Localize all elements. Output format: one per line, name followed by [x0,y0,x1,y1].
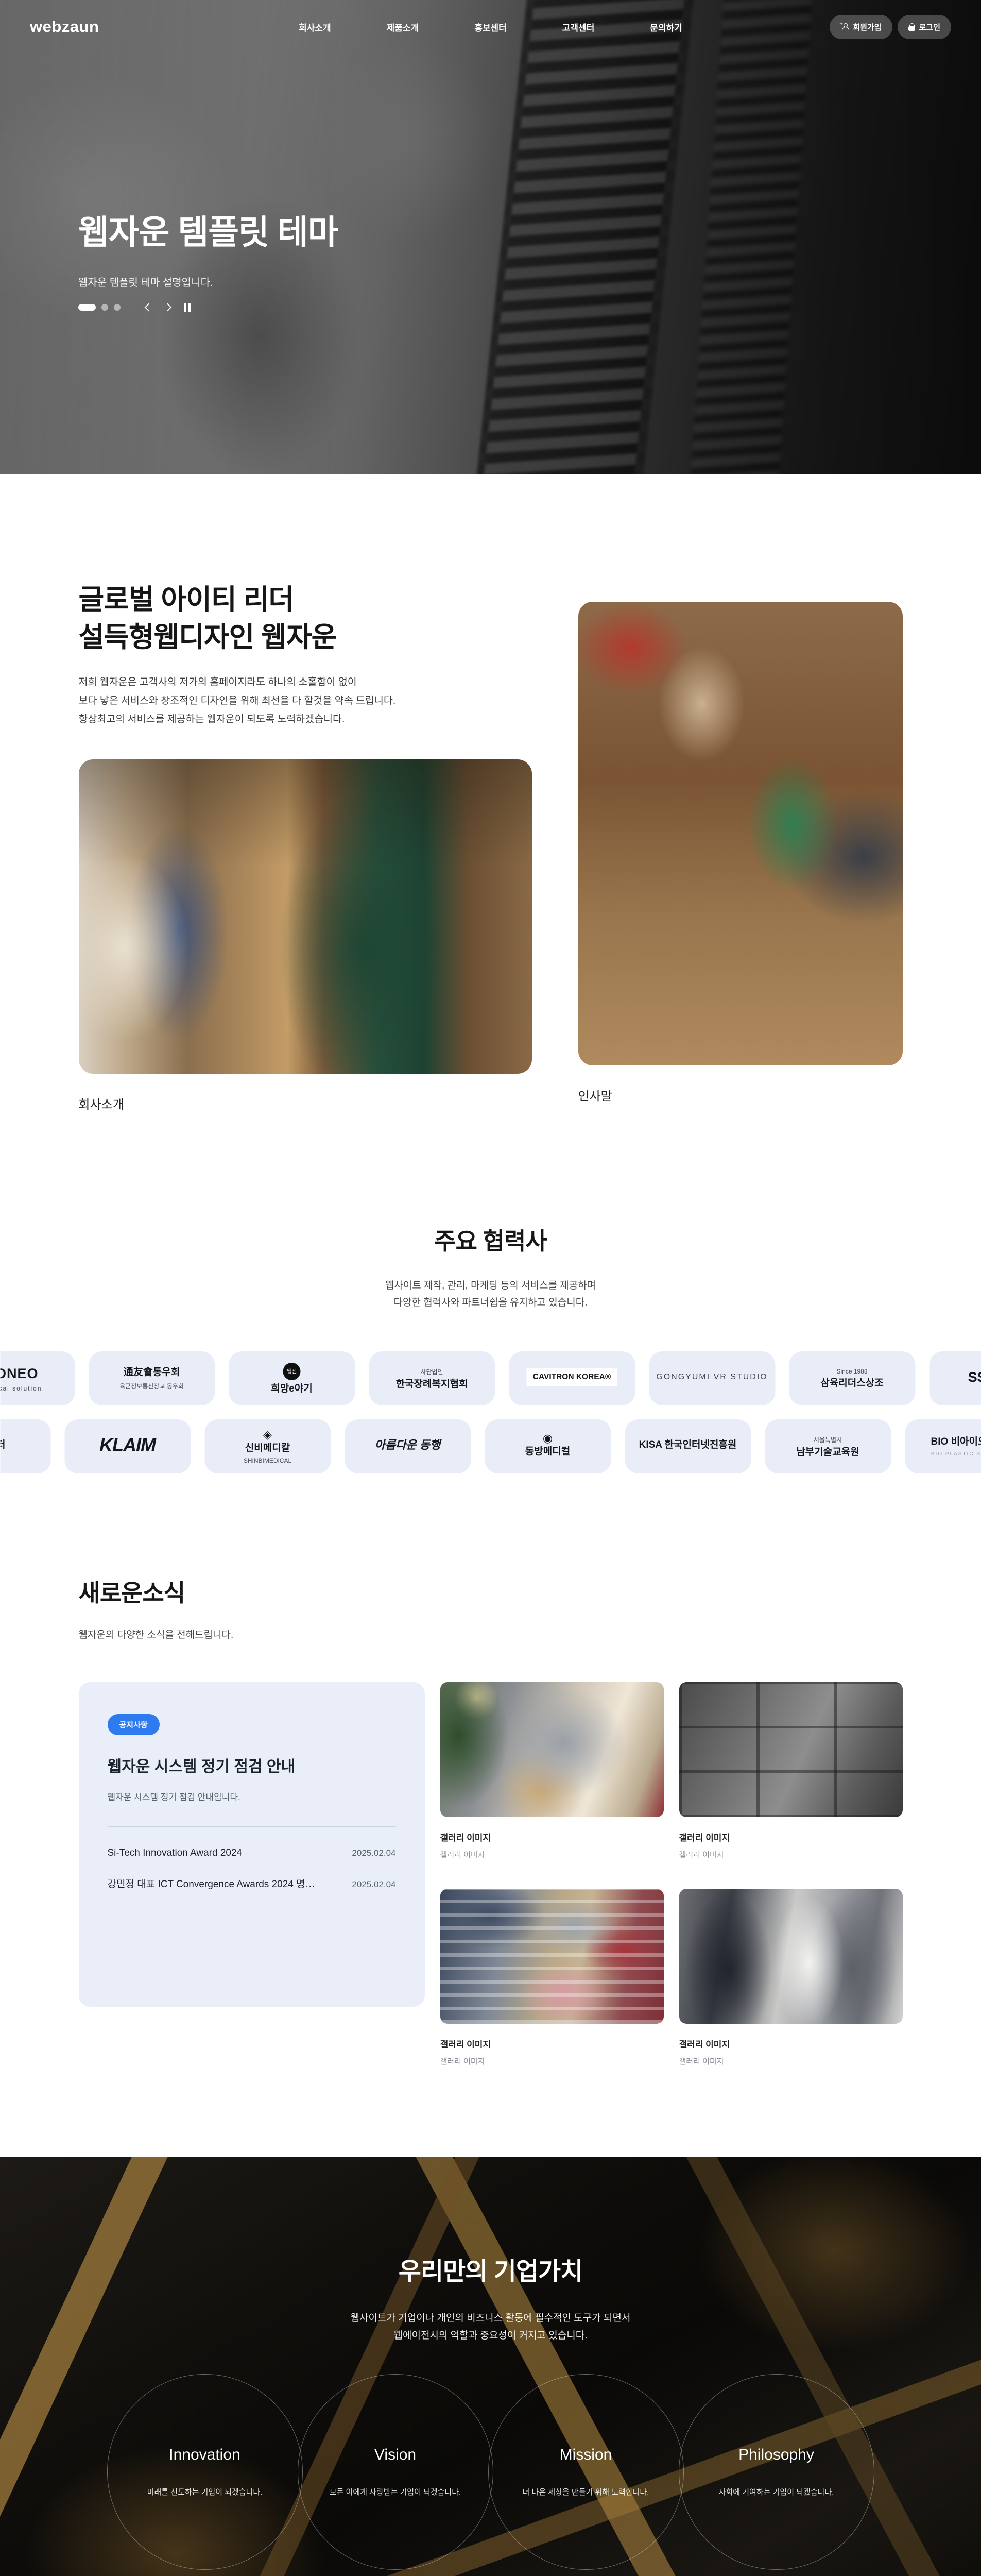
partner-logo: KONEO medical solution [0,1351,75,1405]
partner-logo: ◈ 신비메디칼 SHINBIMEDICAL [204,1419,331,1473]
carousel-dot[interactable] [101,304,108,311]
gallery-photo-suit-shop[interactable] [679,1889,903,2024]
nav-customer-center[interactable]: 고객센터 [562,21,595,33]
partners-heading: 주요 협력사 [79,1223,903,1257]
login-label: 로그인 [919,22,940,32]
gallery-card[interactable]: 갤러리 이미지 갤러리 이미지 [679,1889,903,2066]
partners-subtitle: 웹사이트 제작, 관리, 마케팅 등의 서비스를 제공하며 다양한 협력사와 파… [79,1277,903,1312]
value-circle-philosophy: Philosophy 사회에 기여하는 기업이 되겠습니다. [679,2374,874,2570]
values-heading: 우리만의 기업가치 [0,2251,981,2287]
carousel-dot-active[interactable] [78,304,96,311]
partner-logo: 삼육리더스상조 Since 1988 [789,1351,915,1405]
diamond-logo-mark: ◈ [263,1429,272,1440]
notice-description: 웹자운 시스템 정기 점검 안내입니다. [108,1790,396,1803]
hero-section: webzaun 회사소개 제품소개 홍보센터 고객센터 문의하기 회원가입 로그… [0,0,981,474]
news-subtitle: 웹자운의 다양한 소식을 전해드립니다. [79,1627,903,1641]
notice-card[interactable]: 공지사항 웹자운 시스템 정기 점검 안내 웹자운 시스템 정기 점검 안내입니… [79,1682,425,2007]
login-button[interactable]: 로그인 [898,15,951,39]
about-section: 글로벌 아이티 리더 설득형웹디자인 웹자운 저희 웹자운은 고객사의 저가의 … [0,474,981,1173]
site-header: webzaun 회사소개 제품소개 홍보센터 고객센터 문의하기 회원가입 로그… [0,0,981,54]
carousel-dot[interactable] [114,304,121,311]
gallery-card[interactable]: 갤러리 이미지 갤러리 이미지 [440,1889,664,2066]
values-subtitle: 웹사이트가 기업이나 개인의 비즈니스 활동에 필수적인 도구가 되면서 웹에이… [0,2310,981,2344]
partners-logo-marquee: KONEO medical solution 通友會통우회 육군정보통신장교 동… [0,1351,981,1473]
news-heading: 새로운소식 [79,1574,903,1608]
notice-list-item[interactable]: Si-Tech Innovation Award 2024 2025.02.04 [108,1848,396,1859]
partners-section: 주요 협력사 웹사이트 제작, 관리, 마케팅 등의 서비스를 제공하며 다양한… [0,1173,981,1523]
notice-badge: 공지사항 [108,1714,160,1735]
hero-title: 웹자운 템플릿 테마 [78,205,338,253]
partner-logo: SSiS 한 [929,1351,981,1405]
pause-icon[interactable] [184,303,191,312]
about-heading: 글로벌 아이티 리더 설득형웹디자인 웹자운 [79,581,532,656]
nav-products[interactable]: 제품소개 [387,21,419,33]
notice-list: Si-Tech Innovation Award 2024 2025.02.04… [108,1848,396,1890]
about-right-column: 인사말 [578,602,903,1112]
value-circle-mission: Mission 더 나은 세상을 만들기 위해 노력합니다. [488,2374,684,2570]
partner-logo: 아름다운 동행 [345,1419,471,1473]
value-circle-vision: Vision 모든 이에게 사랑받는 기업이 되겠습니다. [298,2374,493,2570]
company-values-section: 우리만의 기업가치 웹사이트가 기업이나 개인의 비즈니스 활동에 필수적인 도… [0,2157,981,2576]
gallery-photo-family[interactable] [440,1682,664,1817]
value-circle-innovation: Innovation 미래를 선도하는 기업이 되겠습니다. [107,2374,303,2570]
header-actions: 회원가입 로그인 [830,15,951,39]
partner-logo: 특화센터 [0,1419,50,1473]
hero-subtitle: 웹자운 템플릿 테마 설명입니다. [78,274,338,289]
gallery-photo-display-shelves[interactable] [679,1682,903,1817]
user-plus-icon [840,23,849,30]
hero-arrows [146,303,191,312]
notice-title[interactable]: 웹자운 시스템 정기 점검 안내 [108,1754,396,1776]
circle-logo-mark: ◉ [543,1433,553,1444]
greeting-caption[interactable]: 인사말 [578,1086,903,1104]
about-left-column: 글로벌 아이티 리더 설득형웹디자인 웹자운 저희 웹자운은 고객사의 저가의 … [79,581,532,1112]
gallery-photo-clothes[interactable] [440,1889,664,2024]
partner-logo: 通友會통우회 육군정보통신장교 동우회 [89,1351,215,1405]
hero-carousel-controls [78,303,191,312]
about-paragraph: 저희 웹자운은 고객사의 저가의 홈페이지라도 하나의 소홀함이 없이 보다 낳… [79,673,532,728]
partner-logo: ◉ 동방메디컬 [485,1419,611,1473]
nav-pr-center[interactable]: 홍보센터 [474,21,507,33]
prev-slide-icon[interactable] [145,303,153,312]
values-row: Innovation 미래를 선도하는 기업이 되겠습니다. Vision 모든… [0,2374,981,2570]
partner-logo: 남부기술교육원 서울특별시 [765,1419,891,1473]
partner-logo: 한국장례복지협회 사단법인 [369,1351,495,1405]
company-intro-photo[interactable] [79,759,532,1074]
company-intro-caption[interactable]: 회사소개 [79,1094,532,1112]
notice-divider [108,1826,396,1827]
partner-logo: CAVITRON KOREA® [509,1351,635,1405]
notice-list-item[interactable]: 강민정 대표 ICT Convergence Awards 2024 명… 20… [108,1876,396,1890]
partner-logo: GONGYUMI VR STUDIO [649,1351,775,1405]
signup-label: 회원가입 [853,22,881,32]
gallery-card[interactable]: 갤러리 이미지 갤러리 이미지 [679,1682,903,1860]
gallery-card[interactable]: 갤러리 이미지 갤러리 이미지 [440,1682,664,1860]
news-section: 새로운소식 웹자운의 다양한 소식을 전해드립니다. 공지사항 웹자운 시스템 … [0,1523,981,2157]
partner-logo: 희망e야기 웹진 [229,1351,355,1405]
lock-icon [908,23,915,31]
signup-button[interactable]: 회원가입 [830,15,892,39]
hero-copy: 웹자운 템플릿 테마 웹자운 템플릿 테마 설명입니다. [78,205,338,289]
greeting-photo[interactable] [578,602,903,1065]
next-slide-icon[interactable] [164,303,172,312]
nav-company[interactable]: 회사소개 [299,21,331,33]
nav-contact[interactable]: 문의하기 [650,21,682,33]
partner-logo: KISA 한국인터넷진흥원 [625,1419,751,1473]
gallery-grid: 갤러리 이미지 갤러리 이미지 갤러리 이미지 갤러리 이미지 갤러리 이미지 … [440,1682,903,2066]
partner-logo: BIO 비아이오성형 BIO PLASTIC SURGER [905,1419,981,1473]
partner-logo: KLAIM [64,1419,191,1473]
